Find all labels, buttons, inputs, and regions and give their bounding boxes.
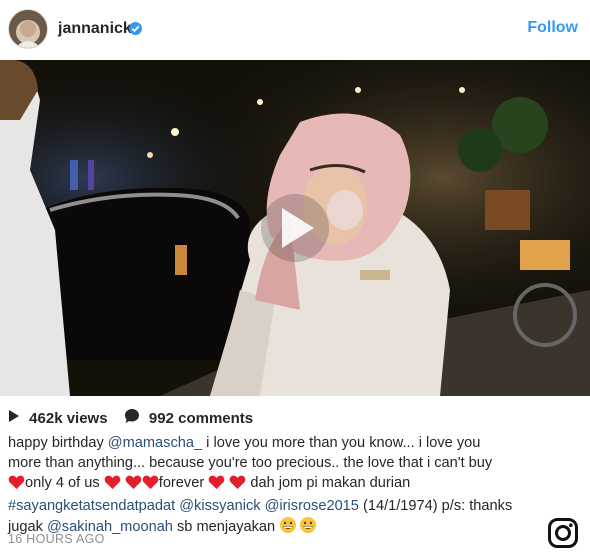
views-count: 462k views: [29, 409, 108, 427]
grinning-emoji: [299, 516, 317, 540]
video-player[interactable]: [0, 60, 590, 396]
caption-text: happy birthday: [8, 435, 108, 451]
verified-badge-icon: [129, 22, 142, 35]
caption-line: only 4 of us forever dah jom pi makan du…: [8, 473, 538, 496]
caption-text: dah jom pi makan durian: [250, 475, 411, 491]
red-heart-emoji: [142, 474, 159, 496]
red-heart-emoji: [229, 474, 246, 496]
red-heart-emoji: [104, 474, 121, 496]
caption-line: happy birthday @mamascha_ i love you mor…: [8, 433, 538, 453]
caption-text: (14/1/1974) p/s: thanks: [358, 498, 513, 514]
mention-link[interactable]: @mamascha_: [108, 435, 202, 451]
comments-count[interactable]: 992 comments: [149, 410, 253, 427]
play-icon: [261, 194, 329, 262]
username[interactable]: jannanick: [58, 20, 132, 38]
instagram-logo-icon[interactable]: [548, 518, 578, 548]
caption-text: more than anything... because you're too…: [8, 455, 493, 471]
post-timestamp: 16 HOURS AGO: [8, 532, 105, 546]
hashtag-link[interactable]: #sayangketatsendatpadat: [8, 498, 175, 514]
mention-link[interactable]: @irisrose2015: [265, 498, 359, 514]
caption-line: #sayangketatsendatpadat @kissyanick @iri…: [8, 496, 538, 516]
caption-text: i love you more than you know... i love …: [202, 435, 481, 451]
profile-avatar[interactable]: [8, 9, 48, 49]
follow-button[interactable]: Follow: [527, 19, 578, 37]
post-header: jannanick Follow: [0, 0, 590, 60]
caption-text: only 4 of us: [25, 475, 100, 491]
red-heart-emoji: [125, 474, 142, 496]
play-triangle-icon: [8, 409, 20, 427]
caption-text: forever: [158, 475, 205, 491]
caption-text: sb menjayakan: [172, 519, 280, 535]
mention-link[interactable]: @kissyanick: [179, 498, 260, 514]
post-stats: 462k views 992 comments: [8, 408, 253, 428]
caption-line: more than anything... because you're too…: [8, 453, 538, 473]
post-caption: happy birthday @mamascha_ i love you mor…: [8, 433, 538, 540]
comment-bubble-icon[interactable]: [124, 408, 140, 428]
red-heart-emoji: [208, 474, 225, 496]
red-heart-emoji: [8, 474, 25, 496]
video-frame: [0, 60, 590, 396]
grinning-emoji: [279, 516, 297, 540]
